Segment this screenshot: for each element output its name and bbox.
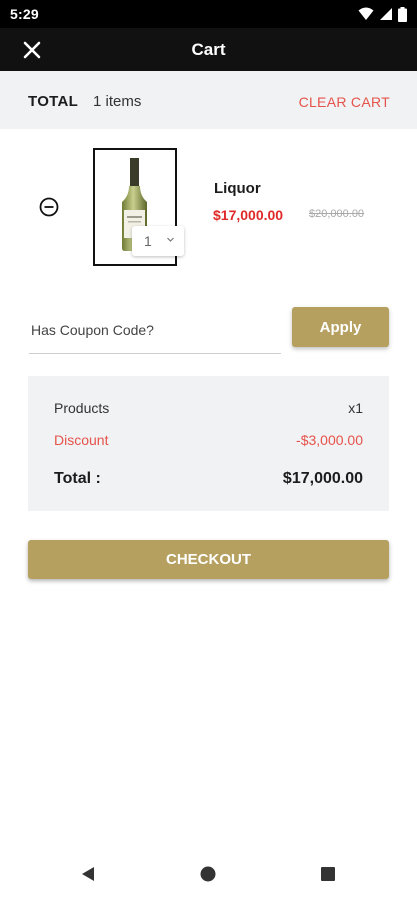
discount-label: Discount [54,432,109,448]
nav-back-button[interactable] [75,861,101,887]
minus-circle-icon [39,197,59,217]
nav-recents-button[interactable] [315,861,341,887]
system-nav-bar [0,848,417,900]
total-label: TOTAL [28,93,79,110]
coupon-code-input[interactable] [29,306,281,354]
summary-products-row: Products x1 [54,400,363,416]
cart-item: 1 Liquor $17,000.00 $20,000.00 [0,148,417,268]
app-bar: Cart [0,28,417,71]
quantity-value: 1 [144,233,152,249]
clear-cart-button[interactable]: CLEAR CART [299,94,390,110]
home-icon [200,866,216,882]
summary-total-row: Total : $17,000.00 [54,470,363,488]
products-count: x1 [348,400,363,416]
cart-total-bar: TOTAL 1 items CLEAR CART [0,71,417,129]
product-price: $17,000.00 [213,207,284,223]
status-icons [358,5,407,23]
signal-icon [380,8,392,20]
checkout-button[interactable]: CHECKOUT [28,540,389,579]
page-title: Cart [191,40,226,59]
item-count: 1 items [93,93,142,110]
nav-home-button[interactable] [195,861,221,887]
product-name: Liquor [214,180,261,197]
product-original-price: $20,000.00 [309,208,365,220]
quantity-select[interactable]: 1 [132,226,184,256]
battery-icon [398,6,407,22]
chevron-down-icon [167,237,174,242]
wifi-icon [358,7,374,20]
remove-item-button[interactable] [39,197,59,217]
status-time: 5:29 [10,6,39,22]
summary-total-label: Total : [54,470,101,487]
apply-coupon-button[interactable]: Apply [292,307,389,347]
back-icon [82,867,94,881]
recents-icon [321,867,335,881]
discount-value: -$3,000.00 [296,432,363,448]
products-label: Products [54,400,110,416]
status-bar: 5:29 [0,0,417,28]
order-summary: Products x1 Discount -$3,000.00 Total : … [28,376,389,511]
summary-total-value: $17,000.00 [282,470,363,487]
summary-discount-row: Discount -$3,000.00 [54,432,363,448]
